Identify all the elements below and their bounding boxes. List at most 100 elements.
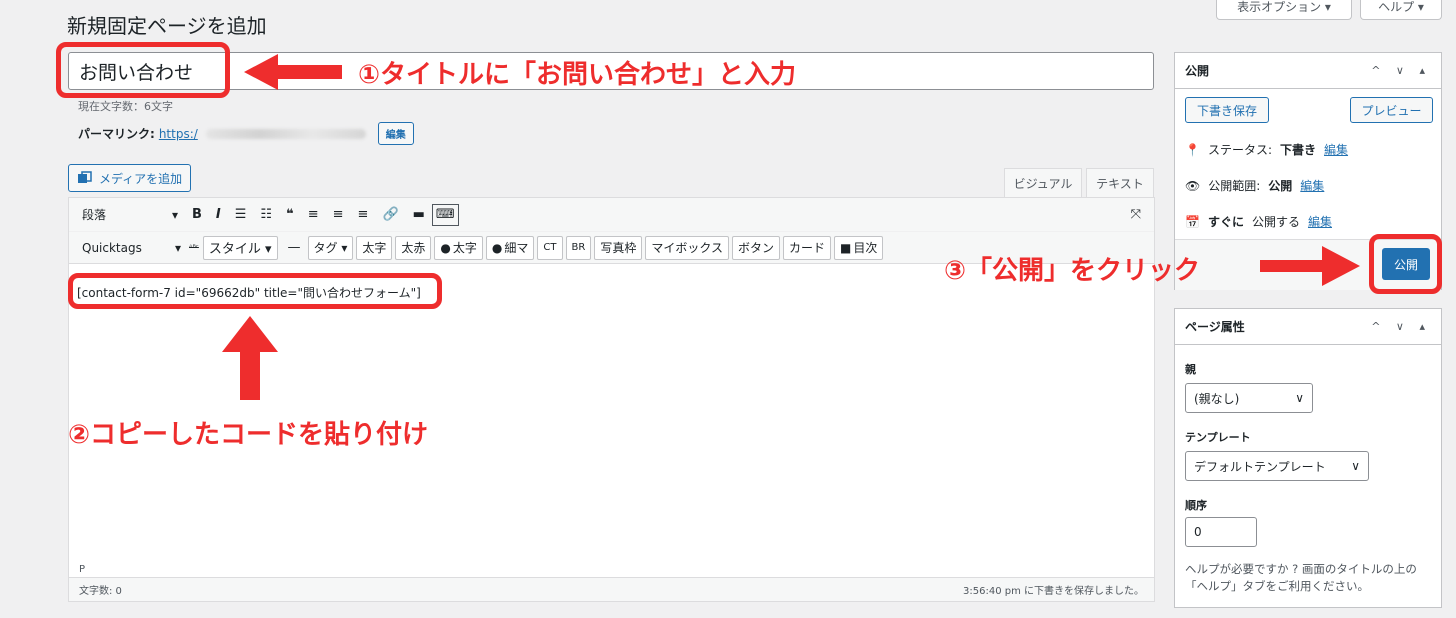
ct-button[interactable]: CT [537,235,563,260]
link-icon[interactable]: 🔗 [375,202,405,228]
align-left-icon[interactable]: ≡ [301,202,326,228]
read-more-icon[interactable]: ▬ [406,202,432,228]
toc-label: 目次 [853,241,878,255]
align-right-icon[interactable]: ≡ [351,202,376,228]
br-button[interactable]: BR [565,235,592,260]
visibility-label: 公開範囲: [1208,179,1261,193]
style-dropdown[interactable]: スタイル ▾ [202,235,278,260]
publish-button[interactable]: 公開 [1382,248,1430,280]
format-select-value: 段落 [82,208,107,222]
word-count: 文字数: 0 [79,586,122,597]
editor-footer: 文字数: 0 3:56:40 pm に下書きを保存しました。 [69,577,1154,601]
align-center-icon[interactable]: ≡ [326,202,351,228]
button-button[interactable]: ボタン [731,235,780,260]
help-tab-button[interactable]: ヘルプ ▾ [1360,0,1442,20]
quicktags-value: Quicktags [82,240,142,255]
arrow-left-icon [244,54,342,90]
schedule-row: 📅 すぐに 公開する 編集 [1185,213,1332,230]
toc-icon: ■ [840,240,852,255]
arrow-up-icon [222,316,278,400]
font-icon: ● [491,240,503,255]
add-media-button[interactable]: メディアを追加 [68,164,192,192]
tab-text[interactable]: テキスト [1086,168,1154,198]
eye-icon: 👁 [1185,178,1201,193]
char-count: 現在文字数：6文字 [78,100,173,113]
page-title: 新規固定ページを追加 [67,14,267,38]
permalink-edit-button[interactable]: 編集 [377,122,414,145]
box-controls-icon[interactable]: ^ ∨ ▴ [1371,64,1431,77]
annotation-code-highlight [68,273,442,309]
font-icon: ● [440,240,451,255]
visibility-value: 公開 [1268,179,1293,193]
strikethrough-button[interactable]: ᴬᴮᶜ [185,235,203,261]
pin-icon: 📍 [1185,142,1200,157]
schedule-edit-link[interactable]: 編集 [1308,213,1332,230]
chevron-down-icon: ▾ [171,207,178,222]
bold-red-button[interactable]: 太赤 [395,235,432,260]
template-label: テンプレート [1185,431,1251,444]
arrow-right-icon [1260,246,1360,286]
quicktags-select[interactable]: Quicktags ▾ [75,235,185,261]
screen-options-button[interactable]: 表示オプション ▾ [1216,0,1352,20]
media-icon [77,171,93,185]
bold-button[interactable]: B [185,202,209,228]
annotation-title-highlight [56,42,230,98]
permalink-row: パーマリンク: https:/ 編集 [78,122,414,145]
font-bold-button[interactable]: ● 太字 [434,235,483,260]
tag-dropdown[interactable]: タグ ▾ [307,235,354,260]
editor-toolbar-primary: 段落 ▾ B I ☰ ☷ ❝ ≡ ≡ ≡ 🔗 ▬ ⌨ ⤧ [69,198,1154,232]
italic-button[interactable]: I [209,202,228,228]
parent-select[interactable]: (親なし) ∨ [1185,383,1313,413]
page-attributes-title: ページ属性 [1185,320,1245,334]
save-draft-button[interactable]: 下書き保存 [1185,97,1269,123]
visibility-edit-link[interactable]: 編集 [1300,177,1324,194]
visibility-row: 👁 公開範囲: 公開 編集 [1185,177,1324,194]
blockquote-icon[interactable]: ❝ [279,202,301,228]
format-select[interactable]: 段落 ▾ [75,202,185,228]
permalink-label: パーマリンク: [78,127,155,141]
photo-frame-button[interactable]: 写真枠 [594,235,643,260]
preview-button[interactable]: プレビュー [1350,97,1433,123]
status-value: 下書き [1280,143,1317,157]
tab-visual[interactable]: ビジュアル [1004,168,1082,198]
font-thin-label: 細マ [504,241,529,255]
toc-button[interactable]: ■ 目次 [834,235,884,260]
permalink-blurred-slug [205,128,366,139]
annotation-step3: ③「公開」をクリック [944,256,1201,286]
bold-tag-button[interactable]: 太字 [356,235,393,260]
card-button[interactable]: カード [783,235,832,260]
fullscreen-icon[interactable]: ⤧ [1124,202,1148,228]
chevron-down-icon: ▾ [174,240,181,255]
element-path: P [79,564,86,575]
order-label: 順序 [1185,499,1207,512]
toolbar-toggle-icon[interactable]: ⌨ [431,203,459,226]
status-edit-link[interactable]: 編集 [1324,141,1348,158]
font-thin-button[interactable]: ● 細マ [485,235,535,260]
autosave-status: 3:56:40 pm に下書きを保存しました。 [963,586,1144,597]
chevron-down-icon: ∨ [1351,459,1360,473]
schedule-value: 公開する [1251,215,1300,229]
template-select-value: デフォルトテンプレート [1194,459,1326,474]
add-media-label: メディアを追加 [99,171,183,186]
help-text: ヘルプが必要ですか ? 画面のタイトルの上の「ヘルプ」タブをご利用ください。 [1185,562,1417,593]
publish-box-header: 公開 ^ ∨ ▴ [1175,53,1441,89]
annotation-step1: ①タイトルに「お問い合わせ」と入力 [358,60,797,90]
page-attributes-header: ページ属性 ^ ∨ ▴ [1175,309,1441,345]
order-input[interactable]: 0 [1185,517,1257,547]
numbered-list-icon[interactable]: ☷ [253,202,279,228]
bullet-list-icon[interactable]: ☰ [228,202,254,228]
my-box-button[interactable]: マイボックス [645,235,729,260]
font-bold-label: 太字 [452,241,477,255]
page-attributes-box: ページ属性 ^ ∨ ▴ 親 (親なし) ∨ テンプレート デフォルトテンプレート… [1174,308,1442,608]
template-select[interactable]: デフォルトテンプレート ∨ [1185,451,1369,481]
calendar-icon: 📅 [1185,214,1200,229]
permalink-link[interactable]: https:/ [159,127,198,141]
box-controls-icon[interactable]: ^ ∨ ▴ [1371,320,1431,333]
chevron-down-icon: ∨ [1295,391,1304,405]
annotation-step2: ②コピーしたコードを貼り付け [68,420,429,450]
publish-box-title: 公開 [1185,64,1210,78]
status-row: 📍 ステータス: 下書き 編集 [1185,141,1348,158]
horizontal-line-button[interactable]: — [281,235,308,261]
schedule-label: すぐに [1207,215,1244,229]
parent-select-value: (親なし) [1194,391,1240,406]
